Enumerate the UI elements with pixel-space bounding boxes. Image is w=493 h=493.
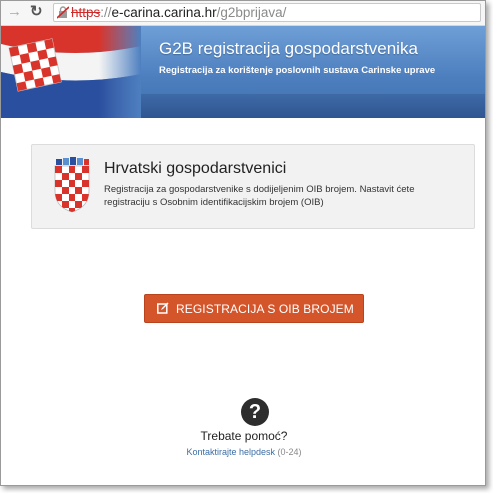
page-title: G2B registracija gospodarstvenika <box>159 39 418 58</box>
header-banner: G2B registracija gospodarstvenika Regist… <box>1 26 485 118</box>
edit-icon <box>157 302 169 314</box>
register-oib-button[interactable]: REGISTRACIJA S OIB BROJEM <box>144 294 364 323</box>
helpdesk-link[interactable]: Kontaktirajte helpdesk <box>186 447 275 457</box>
register-button-label: REGISTRACIJA S OIB BROJEM <box>176 302 354 316</box>
panel-title: Hrvatski gospodarstvenici <box>104 160 287 177</box>
help-title: Trebate pomoć? <box>200 429 288 443</box>
question-icon: ? <box>241 398 269 426</box>
helpdesk-hours: (0-24) <box>277 447 302 457</box>
address-bar[interactable]: https://e-carina.carina.hr/g2bprijava/ <box>53 3 481 22</box>
url-scheme: https <box>71 5 101 20</box>
coat-of-arms-icon <box>54 157 90 213</box>
reload-icon[interactable]: ↻ <box>30 3 43 21</box>
help-contact: Kontaktirajte helpdesk (0-24) <box>1 447 485 457</box>
insecure-lock-icon[interactable] <box>57 6 69 19</box>
browser-toolbar: → ↻ https://e-carina.carina.hr/g2bprijav… <box>1 1 485 26</box>
url-host: e-carina.carina.hr <box>111 5 217 20</box>
registration-info-panel: Hrvatski gospodarstvenici Registracija z… <box>31 144 475 229</box>
browser-window: → ↻ https://e-carina.carina.hr/g2bprijav… <box>0 0 486 486</box>
url-separator: :// <box>100 5 112 20</box>
forward-icon[interactable]: → <box>7 4 22 20</box>
url-text[interactable]: https://e-carina.carina.hr/g2bprijava/ <box>71 5 286 21</box>
panel-description: Registracija za gospodarstvenike s dodij… <box>104 184 415 208</box>
url-path: /g2bprijava/ <box>216 5 287 20</box>
croatian-flag-icon <box>1 26 141 118</box>
page-subtitle: Registracija za korištenje poslovnih sus… <box>159 65 436 76</box>
